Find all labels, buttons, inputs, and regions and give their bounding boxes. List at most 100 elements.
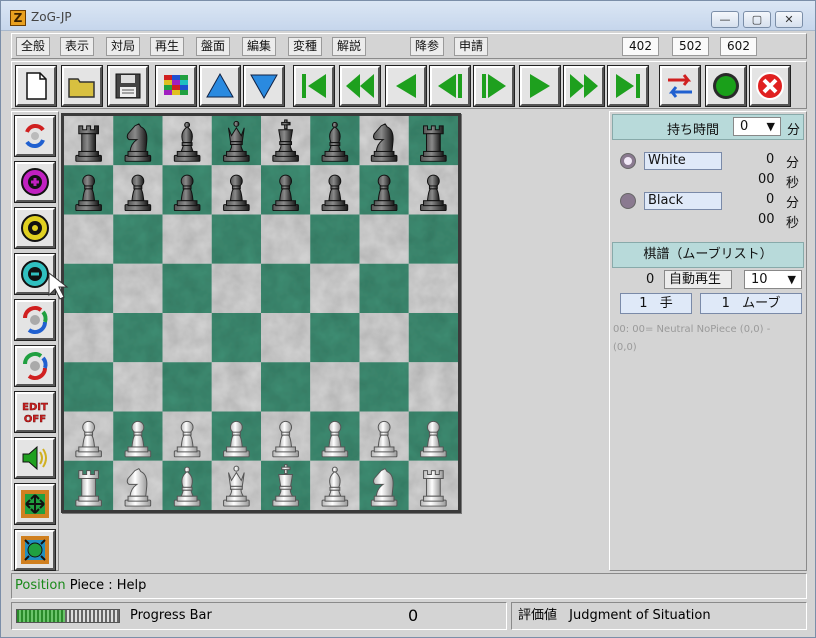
back-button[interactable] — [385, 65, 427, 107]
first-move-button[interactable] — [293, 65, 335, 107]
switch-sides-button[interactable] — [659, 65, 701, 107]
menu-game[interactable]: 対局 — [106, 37, 141, 56]
board-square[interactable] — [113, 214, 163, 264]
board-square[interactable] — [113, 362, 163, 412]
zoom-in-button[interactable] — [14, 161, 56, 203]
board-square[interactable] — [408, 263, 458, 313]
menu-request[interactable]: 申請 — [454, 37, 489, 56]
board-square[interactable] — [408, 362, 458, 412]
board-square[interactable] — [162, 313, 212, 363]
board-square[interactable] — [359, 362, 409, 412]
menu-board[interactable]: 盤面 — [196, 37, 231, 56]
cycle-pieces-button[interactable] — [14, 299, 56, 341]
board-square[interactable] — [261, 313, 311, 363]
white-minutes: 0 — [766, 152, 775, 167]
step-forward-button[interactable] — [473, 65, 515, 107]
board-square[interactable] — [211, 362, 261, 412]
list-item[interactable]: 00: 00= Neutral NoPiece (0,0) - (0,0) — [613, 321, 791, 357]
board-square[interactable] — [162, 263, 212, 313]
shrink-icon — [21, 536, 49, 564]
progress-label: Progress Bar — [130, 608, 212, 623]
board-square[interactable] — [211, 214, 261, 264]
black-player-radio[interactable] — [620, 193, 636, 209]
board-square[interactable] — [310, 214, 360, 264]
board-square[interactable] — [113, 263, 163, 313]
stop-button[interactable] — [749, 65, 791, 107]
move-up-button[interactable] — [199, 65, 241, 107]
move-list[interactable]: 00: 00= Neutral NoPiece (0,0) - (0,0) — [611, 321, 791, 353]
go-button[interactable] — [705, 65, 747, 107]
board-square[interactable] — [310, 313, 360, 363]
board-square[interactable] — [64, 214, 114, 264]
chess-board[interactable] — [61, 113, 461, 513]
time-select[interactable]: 0 ▼ — [733, 117, 781, 136]
board-square[interactable] — [162, 362, 212, 412]
ply-unit: ムーブ — [742, 296, 781, 311]
white-player-name[interactable]: White — [644, 152, 722, 170]
board-style-button[interactable] — [155, 65, 197, 107]
document-icon — [26, 72, 47, 100]
menu-commentary[interactable]: 解説 — [332, 37, 367, 56]
board-square[interactable] — [359, 214, 409, 264]
board-square[interactable] — [261, 362, 311, 412]
last-move-button[interactable] — [607, 65, 649, 107]
board-square[interactable] — [408, 313, 458, 363]
board-square[interactable] — [310, 263, 360, 313]
white-player-radio[interactable] — [620, 153, 636, 169]
evaluation-status-bar: 評価値 Judgment of Situation — [511, 602, 807, 630]
move-down-button[interactable] — [243, 65, 285, 107]
fast-back-button[interactable] — [339, 65, 381, 107]
minimize-button[interactable]: — — [711, 11, 739, 28]
maximize-button[interactable]: ▢ — [743, 11, 771, 28]
black-player-name[interactable]: Black — [644, 192, 722, 210]
dot-circle-icon — [21, 214, 49, 242]
menu-view[interactable]: 表示 — [60, 37, 95, 56]
app-logo-icon: Z — [10, 10, 26, 26]
counter-502: 502 — [672, 37, 709, 56]
menu-variant[interactable]: 変種 — [288, 37, 323, 56]
rotate-board-button[interactable] — [14, 115, 56, 157]
forward-button[interactable] — [519, 65, 561, 107]
shrink-board-button[interactable] — [14, 529, 56, 571]
expand-board-button[interactable] — [14, 483, 56, 525]
fast-forward-button[interactable] — [563, 65, 605, 107]
move-number: 1 — [639, 296, 648, 311]
close-button[interactable]: ✕ — [775, 11, 803, 28]
zoom-reset-button[interactable] — [14, 207, 56, 249]
off-label: OFF — [24, 414, 46, 425]
menu-general[interactable]: 全般 — [16, 37, 51, 56]
fast-back-icon — [346, 74, 374, 98]
autoplay-button[interactable]: 自動再生 — [664, 270, 732, 289]
new-game-button[interactable] — [15, 65, 57, 107]
open-button[interactable] — [61, 65, 103, 107]
menu-edit[interactable]: 編集 — [242, 37, 277, 56]
board-square[interactable] — [359, 263, 409, 313]
speed-select[interactable]: 10 ▼ — [744, 270, 802, 289]
board-square[interactable] — [211, 263, 261, 313]
time-panel-header: 持ち時間 0 ▼ 分 — [612, 114, 804, 140]
menu-resign[interactable]: 降参 — [410, 37, 445, 56]
board-square[interactable] — [64, 313, 114, 363]
board-square[interactable] — [359, 313, 409, 363]
step-forward-icon — [482, 74, 506, 98]
board-square[interactable] — [408, 214, 458, 264]
black-seconds-unit: 秒 — [786, 216, 800, 231]
triangle-up-icon — [206, 72, 234, 98]
save-button[interactable] — [107, 65, 149, 107]
sound-button[interactable] — [14, 437, 56, 479]
board-square[interactable] — [261, 214, 311, 264]
speaker-icon — [22, 445, 47, 471]
board-square[interactable] — [162, 214, 212, 264]
app-window: Z ZoG-JP — ▢ ✕ 全般 表示 対局 再生 盤面 編集 変種 解説 降… — [0, 0, 816, 638]
board-square[interactable] — [310, 362, 360, 412]
cycle-colors-button[interactable] — [14, 345, 56, 387]
board-square[interactable] — [211, 313, 261, 363]
step-back-button[interactable] — [429, 65, 471, 107]
menu-playback[interactable]: 再生 — [150, 37, 185, 56]
board-square[interactable] — [64, 362, 114, 412]
ply-number: 1 — [721, 296, 730, 311]
board-square[interactable] — [113, 313, 163, 363]
movelist-panel-header: 棋譜（ムーブリスト） — [612, 242, 804, 268]
board-square[interactable] — [261, 263, 311, 313]
edit-off-button[interactable]: EDIT OFF — [14, 391, 56, 433]
